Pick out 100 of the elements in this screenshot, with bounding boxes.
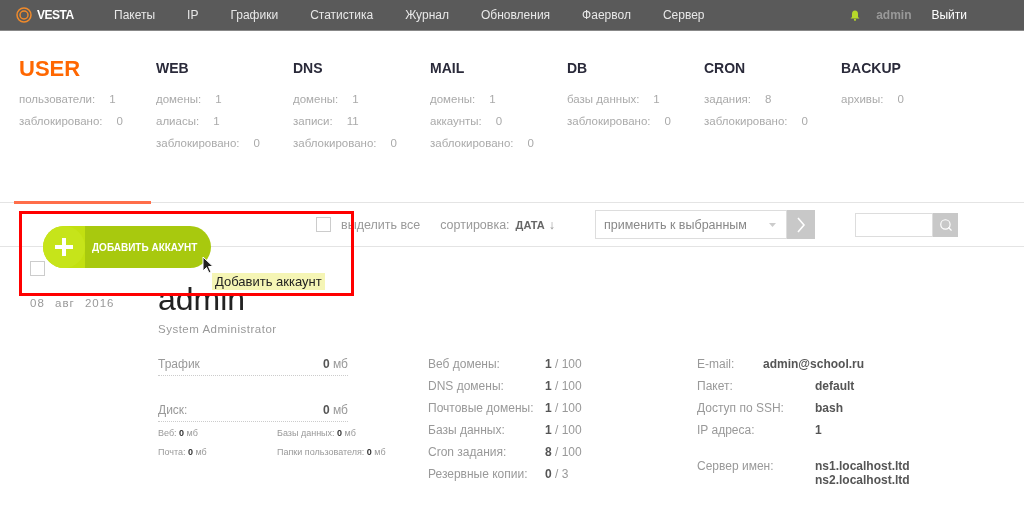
stat-label: архивы: — [841, 93, 884, 105]
stats-title: MAIL — [430, 60, 466, 78]
stats-tab[interactable]: DB базы данных: 1 заблокировано: 0 — [562, 31, 699, 204]
stat-label: задания: — [704, 93, 751, 105]
created-date: 08 авг 2016 — [30, 297, 116, 309]
tooltip: Добавить аккаунт — [212, 273, 325, 290]
stat-value: 0 — [253, 137, 260, 149]
info-label: E-mail: — [697, 357, 736, 371]
stats-tab[interactable]: WEB домены: 1 алиасы: 1 заблокировано: 0 — [151, 31, 288, 204]
disk-usage-text: Базы данных: 0 мб — [277, 428, 357, 438]
info-value: bash — [815, 401, 843, 415]
apply-button[interactable] — [787, 210, 816, 239]
limit-value: 1 / 100 — [545, 379, 583, 393]
disk-usage-text: Папки пользователя: 0 мб — [277, 447, 387, 457]
stats-title: DB — [567, 60, 589, 78]
info-value: ns2.localhost.ltd — [815, 473, 910, 487]
user-role: System Administrator — [158, 323, 278, 335]
sort-arrow[interactable]: ↓ — [548, 217, 556, 232]
stats-title: CRON — [704, 60, 747, 78]
stat-value: 1 — [352, 93, 359, 105]
stat-label: аккаунты: — [430, 115, 482, 127]
stats-tab[interactable]: USER пользователи: 1 заблокировано: 0 — [14, 31, 151, 204]
stats-title: DNS — [293, 60, 324, 78]
stats-tab[interactable]: CRON задания: 8 заблокировано: 0 — [699, 31, 836, 204]
usage-value: 0 мб — [323, 357, 348, 371]
info-value: default — [815, 379, 855, 393]
menu-link[interactable]: Статистика — [294, 8, 390, 22]
bell-icon[interactable] — [850, 9, 861, 21]
plus-icon — [43, 226, 85, 268]
info-label: Сервер имен: — [697, 459, 775, 475]
stat-label: базы данных: — [567, 93, 640, 105]
stat-label: заблокировано: — [293, 137, 377, 149]
stat-value: 0 — [801, 115, 808, 127]
stat-value: 0 — [116, 115, 123, 127]
stats-title: BACKUP — [841, 60, 902, 78]
menu-link[interactable]: Обновления — [464, 8, 567, 22]
search-icon — [938, 217, 953, 232]
stat-value: 11 — [346, 115, 359, 127]
stat-label: домены: — [430, 93, 476, 105]
info-value: ns1.localhost.ltd — [815, 459, 910, 473]
sort-value[interactable]: ДАТА — [515, 218, 545, 231]
info-label: Пакет: — [697, 379, 734, 393]
menu-link[interactable]: Фаервол — [566, 8, 647, 22]
limit-label: Базы данных: — [428, 423, 506, 437]
select-all-checkbox[interactable] — [316, 217, 331, 232]
chevron-right-icon — [796, 216, 807, 233]
stat-label: алиасы: — [156, 115, 200, 127]
stat-value: 0 — [664, 115, 671, 127]
usage-label: Трафик — [158, 357, 200, 371]
limit-value: 1 / 100 — [545, 423, 583, 437]
menu-link[interactable]: Сервер — [646, 8, 721, 22]
search-button[interactable] — [933, 212, 959, 237]
info-value: admin@school.ru — [763, 357, 865, 371]
menu-link[interactable]: Журнал — [389, 8, 465, 22]
limit-label: Резервные копии: — [428, 467, 529, 481]
info-label: Доступ по SSH: — [697, 401, 785, 415]
stat-value: 8 — [765, 93, 772, 105]
limit-value: 0 / 3 — [545, 467, 570, 481]
stats-title: WEB — [156, 60, 190, 78]
disk-usage-text: Почта: 0 мб — [158, 447, 208, 457]
limit-value: 1 / 100 — [545, 401, 583, 415]
stat-label: заблокировано: — [19, 115, 103, 127]
limit-label: DNS домены: — [428, 379, 505, 393]
usage-value: 0 мб — [323, 403, 348, 417]
sort-label: сортировка: — [440, 217, 510, 232]
limit-label: Веб домены: — [428, 357, 501, 371]
info-label: IP адреса: — [697, 423, 756, 437]
stat-label: заблокировано: — [567, 115, 651, 127]
logo-text: VESTA — [37, 8, 74, 22]
stat-value: 1 — [213, 115, 220, 127]
cursor-icon — [202, 256, 214, 274]
limit-value: 8 / 100 — [545, 445, 583, 459]
caret-icon — [769, 222, 777, 227]
stat-label: заблокировано: — [156, 137, 240, 149]
stats-tab[interactable]: MAIL домены: 1 аккаунты: 0 заблокировано: 0 — [425, 31, 562, 204]
stat-label: домены: — [156, 93, 202, 105]
stat-value: 1 — [489, 93, 496, 105]
disk-usage-text: Веб: 0 мб — [158, 428, 199, 438]
stat-label: домены: — [293, 93, 339, 105]
row-checkbox[interactable] — [30, 261, 45, 276]
stat-label: заблокировано: — [430, 137, 514, 149]
bulk-action-select[interactable]: применить к выбранным — [595, 210, 788, 239]
search-field[interactable] — [855, 212, 934, 237]
logout-link[interactable]: Выйти — [931, 8, 967, 22]
stat-label: пользователи: — [19, 93, 96, 105]
menu-link[interactable]: Графики — [214, 8, 295, 22]
stats-tab[interactable]: DNS домены: 1 записи: 11 заблокировано: 0 — [288, 31, 425, 204]
stat-value: 1 — [109, 93, 116, 105]
stat-value: 0 — [527, 137, 534, 149]
info-value: 1 — [815, 423, 822, 437]
stats-tab[interactable]: BACKUP архивы: 0 — [836, 31, 973, 204]
usage-label: Диск: — [158, 403, 188, 417]
stat-value: 0 — [495, 115, 503, 127]
limit-label: Почтовые домены: — [428, 401, 535, 415]
stat-label: заблокировано: — [704, 115, 788, 127]
stat-value: 0 — [390, 137, 397, 149]
stat-value: 1 — [653, 93, 660, 105]
menu-link[interactable]: IP — [171, 8, 215, 22]
logo-icon — [16, 7, 32, 23]
menu-link[interactable]: Пакеты — [98, 8, 172, 22]
